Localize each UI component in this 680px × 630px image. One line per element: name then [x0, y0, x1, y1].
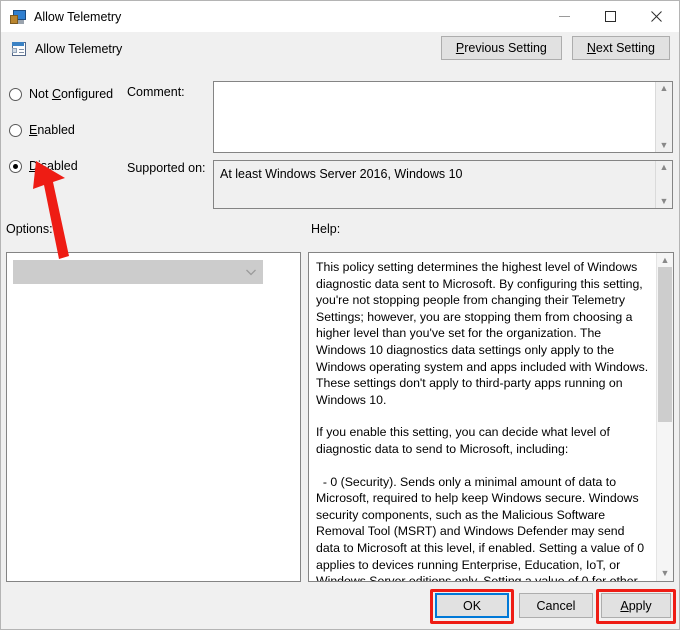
previous-setting-button[interactable]: Previous Setting — [440, 36, 562, 60]
help-paragraph: This policy setting determines the highe… — [316, 260, 652, 407]
monitor-policy-icon — [10, 9, 26, 25]
cancel-button[interactable]: Cancel — [519, 593, 593, 618]
supported-on-value: At least Windows Server 2016, Windows 10 — [220, 167, 463, 181]
help-paragraph: If you enable this setting, you can deci… — [316, 425, 614, 456]
supported-scroll-track[interactable] — [656, 172, 672, 197]
supported-on-field: At least Windows Server 2016, Windows 10… — [213, 160, 673, 209]
supported-on-label: Supported on: — [127, 161, 206, 175]
telemetry-level-dropdown[interactable] — [13, 260, 263, 284]
scroll-down-icon[interactable]: ▼ — [660, 141, 669, 150]
cancel-button-label: Cancel — [536, 598, 576, 613]
window-title: Allow Telemetry — [34, 9, 122, 24]
allow-telemetry-dialog: Allow Telemetry Allow Telemetry Previous — [0, 0, 680, 630]
apply-button-label: Apply — [620, 598, 652, 613]
help-paragraph: - 0 (Security). Sends only a minimal amo… — [316, 474, 645, 581]
policy-header: Allow Telemetry Previous Setting Next Se… — [1, 32, 679, 65]
radio-label-not-configured: Not Configured — [29, 87, 114, 101]
comment-value[interactable] — [214, 82, 655, 152]
help-scroll-thumb[interactable] — [658, 267, 672, 422]
comment-scroll-track[interactable] — [656, 93, 672, 141]
radio-label-enabled: Enabled — [29, 123, 75, 137]
maximize-button[interactable] — [587, 1, 633, 32]
supported-on-scrollbar[interactable]: ▲ ▼ — [655, 161, 672, 208]
radio-mark-not-configured — [9, 87, 22, 101]
radio-label-disabled: Disabled — [29, 159, 78, 173]
options-label: Options: — [6, 222, 53, 236]
radio-enabled[interactable]: Enabled — [9, 119, 129, 141]
next-setting-button[interactable]: Next Setting — [571, 36, 670, 60]
help-label: Help: — [311, 222, 341, 236]
radio-mark-disabled — [9, 159, 22, 173]
close-button[interactable] — [633, 1, 679, 32]
radio-mark-enabled — [9, 123, 22, 137]
scroll-up-icon[interactable]: ▲ — [661, 256, 670, 265]
help-text-container: This policy setting determines the highe… — [309, 253, 656, 581]
ok-button-label: OK — [462, 598, 482, 613]
title-bar: Allow Telemetry — [1, 1, 679, 32]
scroll-up-icon[interactable]: ▲ — [660, 163, 669, 172]
previous-setting-label: Previous Setting — [455, 41, 547, 55]
apply-button[interactable]: Apply — [601, 593, 671, 618]
setting-nav-buttons: Previous Setting Next Setting — [440, 36, 670, 60]
scroll-down-icon[interactable]: ▼ — [660, 197, 669, 206]
window-controls — [541, 1, 679, 32]
dialog-footer: OK Cancel Apply — [1, 583, 679, 629]
minimize-button[interactable] — [541, 1, 587, 32]
scroll-up-icon[interactable]: ▲ — [660, 84, 669, 93]
next-setting-label: Next Setting — [586, 41, 655, 55]
policy-state-radio-group: Not Configured Enabled Disabled — [9, 83, 129, 191]
ok-button[interactable]: OK — [435, 593, 509, 618]
comment-label: Comment: — [127, 85, 185, 99]
comment-field[interactable]: ▲ ▼ — [213, 81, 673, 153]
policy-name: Allow Telemetry — [35, 41, 123, 56]
scroll-down-icon[interactable]: ▼ — [661, 569, 670, 578]
radio-disabled[interactable]: Disabled — [9, 155, 129, 177]
help-panel: This policy setting determines the highe… — [308, 252, 674, 582]
help-scrollbar[interactable]: ▲ ▼ — [656, 253, 673, 581]
chevron-down-icon[interactable] — [240, 269, 262, 276]
help-scroll-track[interactable] — [657, 265, 673, 569]
options-panel — [6, 252, 301, 582]
radio-not-configured[interactable]: Not Configured — [9, 83, 129, 105]
policy-window-icon — [11, 41, 27, 57]
comment-scrollbar[interactable]: ▲ ▼ — [655, 82, 672, 152]
